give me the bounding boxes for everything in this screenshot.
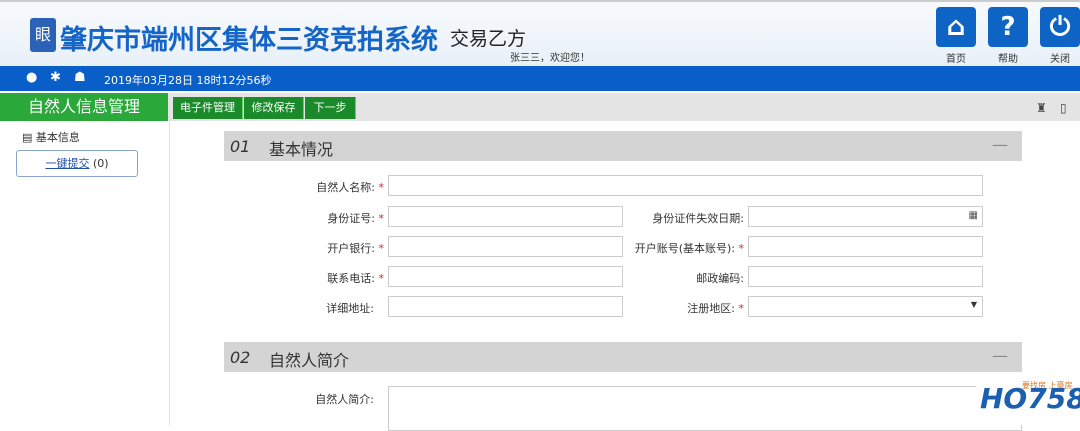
power-icon: ⏻: [1040, 7, 1080, 47]
id-label: 身份证号: *: [327, 212, 384, 225]
chevron-down-icon: ▼: [970, 300, 977, 309]
calendar-icon[interactable]: ▦: [969, 210, 978, 221]
name-input[interactable]: [388, 175, 983, 196]
home-icon: ⌂: [936, 7, 976, 47]
address-input[interactable]: [388, 296, 623, 317]
home-button[interactable]: ⌂ 首页: [936, 7, 976, 65]
status-bar: ● ✱ ☗ 2019年03月28日 18时12分56秒: [0, 66, 1080, 91]
region-label: 注册地区: *: [687, 302, 744, 315]
watermark-brand: HO758: [980, 382, 1080, 415]
phone-label: 联系电话: *: [327, 272, 384, 285]
app-title: 肇庆市端州区集体三资竞拍系统: [60, 25, 438, 56]
collapse-icon[interactable]: —: [992, 346, 1008, 365]
bank-input[interactable]: [388, 236, 623, 257]
bank-label: 开户银行: *: [327, 242, 384, 255]
close-button[interactable]: ⏻ 关闭: [1040, 7, 1080, 65]
section-intro: 02 自然人简介 —: [224, 342, 1022, 372]
id-expiry-label: 身份证件失效日期:: [652, 212, 744, 225]
id-input[interactable]: [388, 206, 623, 227]
module-title: 自然人信息管理: [0, 93, 168, 121]
print-icon[interactable]: ♜: [1036, 101, 1047, 115]
region-select[interactable]: ▼: [748, 296, 983, 317]
postcode-label: 邮政编码:: [696, 272, 744, 285]
account-input[interactable]: [748, 236, 983, 257]
pdf-icon[interactable]: ▯: [1060, 101, 1067, 115]
app-subtitle: 交易乙方: [450, 28, 527, 50]
submit-count: (0): [92, 157, 109, 170]
section-title: 自然人简介: [269, 351, 350, 370]
section-basic: 01 基本情况 —: [224, 131, 1022, 161]
section-number: 01: [230, 137, 251, 156]
gear-icon[interactable]: ✱: [50, 70, 61, 85]
watermark-logo: 要找房 上豪房 HO758: [976, 372, 1080, 425]
help-icon: ?: [988, 7, 1028, 47]
users-icon[interactable]: ☗: [74, 70, 86, 85]
intro-label: 自然人简介:: [315, 393, 374, 406]
collapse-icon[interactable]: —: [992, 135, 1008, 154]
next-button[interactable]: 下一步: [305, 97, 356, 119]
address-label: 详细地址:: [326, 302, 374, 315]
sidebar: ▤ 基本信息 一键提交 (0): [0, 121, 170, 425]
id-expiry-input[interactable]: ▦: [748, 206, 983, 227]
phone-input[interactable]: [388, 266, 623, 287]
postcode-input[interactable]: [748, 266, 983, 287]
account-label: 开户账号(基本账号): *: [634, 242, 744, 255]
one-click-submit-button[interactable]: 一键提交 (0): [16, 150, 138, 177]
welcome-text: 张三三，欢迎您！: [510, 53, 590, 64]
close-label: 关闭: [1050, 54, 1070, 65]
sidebar-item-basic-info[interactable]: ▤ 基本信息: [22, 129, 80, 145]
sidebar-item-label: 基本信息: [35, 131, 80, 144]
logo: 眼: [30, 18, 56, 52]
help-label: 帮助: [998, 54, 1018, 65]
help-button[interactable]: ? 帮助: [988, 7, 1028, 65]
toolbar: 自然人信息管理 电子件管理 修改保存 下一步 ♜ ▯: [0, 93, 1080, 121]
section-title: 基本情况: [269, 140, 334, 159]
save-button[interactable]: 修改保存: [244, 97, 304, 119]
header: 眼 肇庆市端州区集体三资竞拍系统 交易乙方 张三三，欢迎您！ ⌂ 首页 ? 帮助 ⏻…: [0, 0, 1080, 66]
submit-label: 一键提交: [45, 157, 90, 170]
home-label: 首页: [946, 54, 966, 65]
datetime: 2019年03月28日 18时12分56秒: [104, 74, 272, 87]
message-icon[interactable]: ●: [26, 70, 37, 85]
intro-textarea[interactable]: [388, 386, 1022, 431]
e-file-button[interactable]: 电子件管理: [173, 97, 243, 119]
section-number: 02: [230, 348, 251, 367]
name-label: 自然人名称: *: [316, 181, 384, 194]
